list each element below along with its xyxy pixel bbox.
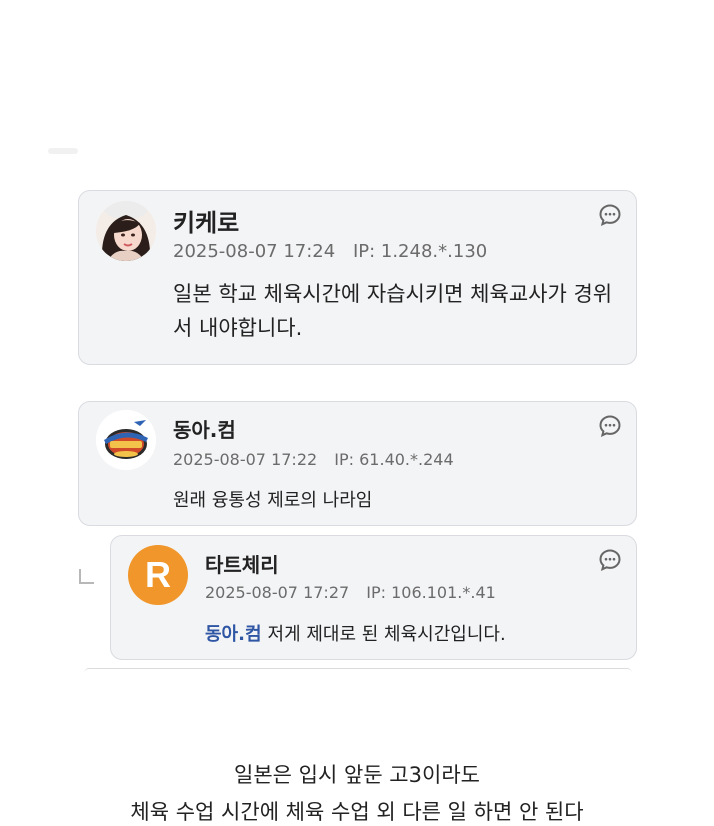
comment-text-body: 저게 제대로 된 체육시간입니다. (267, 624, 506, 645)
chat-bubble-icon[interactable] (598, 414, 622, 438)
comment-text: 동아.컴 저게 제대로 된 체육시간입니다. (205, 620, 506, 646)
faint-divider-mark (48, 148, 78, 154)
comment-date: 2025-08-07 17:24 (173, 241, 336, 262)
avatar[interactable] (96, 410, 156, 470)
comment-author[interactable]: 타트체리 (205, 549, 279, 578)
chat-bubble-icon[interactable] (598, 203, 622, 227)
next-card-edge (84, 668, 632, 673)
comment-date: 2025-08-07 17:22 (173, 450, 318, 469)
avatar-letter: R (145, 554, 171, 595)
reply-connector-icon (79, 569, 94, 584)
mention-link[interactable]: 동아.컴 (205, 624, 262, 645)
comment-ip: IP: 106.101.*.41 (366, 583, 496, 602)
comment-card: 동아.컴 2025-08-07 17:22 IP: 61.40.*.244 원래… (78, 401, 637, 526)
avatar[interactable] (96, 201, 156, 261)
comment-meta: 2025-08-07 17:22 IP: 61.40.*.244 (173, 450, 454, 469)
comment-date: 2025-08-07 17:27 (205, 583, 350, 602)
avatar[interactable]: R (128, 545, 188, 605)
comment-text: 일본 학교 체육시간에 자습시키면 체육교사가 경위서 내야합니다. (173, 282, 613, 340)
comment-card: 키케로 2025-08-07 17:24 IP: 1.248.*.130 일본 … (78, 190, 637, 365)
comment-ip: IP: 61.40.*.244 (334, 450, 454, 469)
chat-bubble-icon[interactable] (598, 548, 622, 572)
comment-author[interactable]: 동아.컴 (173, 414, 236, 443)
comment-author[interactable]: 키케로 (173, 203, 239, 238)
comment-text: 원래 융통성 제로의 나라임 (173, 490, 373, 511)
team-logo-icon (96, 410, 156, 470)
reply-comment-card: R 타트체리 2025-08-07 17:27 IP: 106.101.*.41… (110, 535, 637, 660)
comment-ip: IP: 1.248.*.130 (352, 241, 488, 262)
article-text-line: 일본은 입시 앞둔 고3이라도 (234, 763, 480, 787)
comment-meta: 2025-08-07 17:27 IP: 106.101.*.41 (205, 583, 496, 602)
comment-meta: 2025-08-07 17:24 IP: 1.248.*.130 (173, 241, 487, 262)
profile-photo-icon (96, 201, 156, 261)
